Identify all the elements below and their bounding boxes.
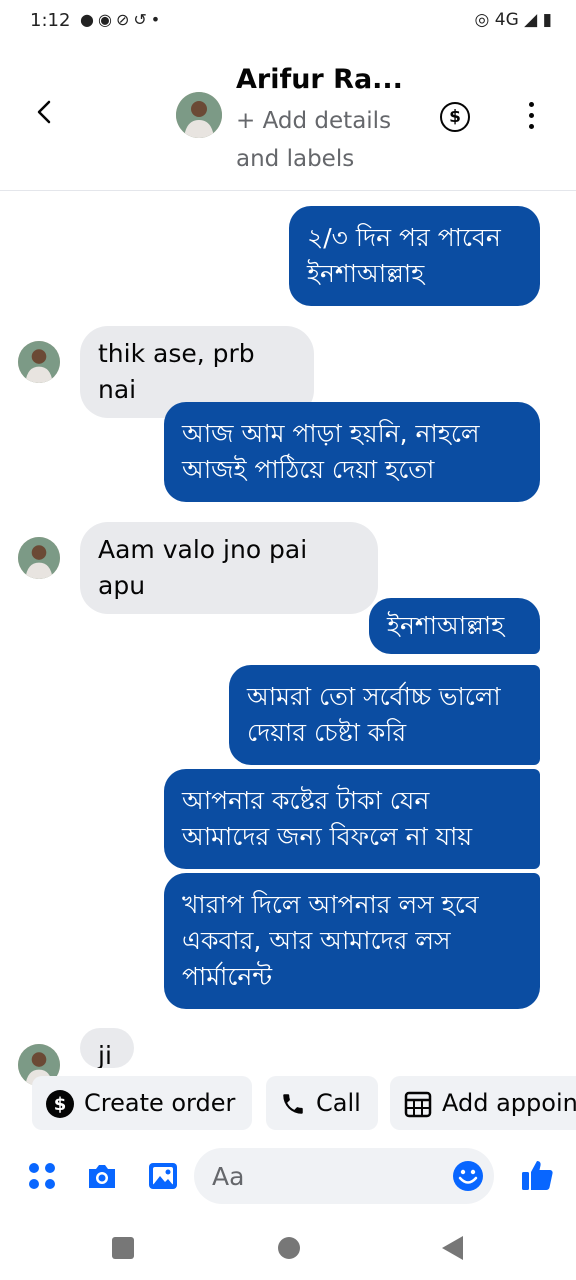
person-photo-icon [176, 92, 222, 138]
chat-bubble-icon: ● [80, 10, 98, 29]
contact-name[interactable]: Arifur Ra... [236, 64, 403, 95]
create-order-button[interactable]: $ Create order [32, 1076, 252, 1130]
message-outgoing[interactable]: আমরা তো সর্বোচ্চ ভালো দেয়ার চেষ্টা করি [229, 665, 540, 765]
sender-avatar[interactable] [18, 537, 60, 579]
quick-actions-bar: $ Create order Call Add appoin [0, 1070, 576, 1134]
battery-icon: ▮ [542, 10, 552, 30]
call-label: Call [316, 1089, 361, 1117]
calendar-icon [404, 1091, 432, 1118]
thumbs-up-icon[interactable] [520, 1158, 554, 1192]
person-photo-icon [18, 341, 60, 383]
dollar-circle-icon: $ [46, 1090, 74, 1118]
system-navigation-bar [0, 1218, 576, 1280]
message-outgoing[interactable]: আপনার কষ্টের টাকা যেন আমাদের জন্য বিফলে … [164, 769, 540, 869]
network-label: 4G [494, 10, 519, 30]
contact-avatar[interactable] [176, 92, 222, 138]
message-incoming[interactable]: ji [80, 1028, 134, 1068]
person-photo-icon [18, 537, 60, 579]
status-bar: 1:12 ●◉⊘↺• ◎ 4G ◢ ▮ [0, 0, 576, 42]
gallery-icon[interactable] [148, 1162, 178, 1190]
add-details-line2: and labels [236, 146, 355, 172]
no-disturb-icon: ⊘ [115, 10, 134, 29]
messenger-icon: ◉ [97, 10, 116, 29]
add-appointment-label: Add appoin [442, 1089, 576, 1117]
chat-header: Arifur Ra... + Add details and labels $ [0, 42, 576, 191]
system-icons: ◎ 4G ◢ ▮ [475, 10, 553, 30]
notification-icons: ●◉⊘↺• [80, 10, 164, 29]
message-composer: Aa [0, 1140, 576, 1216]
add-details-line1: + Add details [236, 108, 392, 134]
camera-icon[interactable] [86, 1162, 118, 1190]
back-arrow-icon[interactable] [30, 97, 60, 127]
apps-icon[interactable] [28, 1162, 56, 1190]
sync-icon: ↺ [133, 10, 151, 29]
sender-avatar[interactable] [18, 341, 60, 383]
recents-icon[interactable] [111, 1236, 135, 1260]
dot-icon: • [150, 10, 165, 29]
signal-icon: ◢ [524, 10, 538, 30]
message-outgoing[interactable]: খারাপ দিলে আপনার লস হবে একবার, আর আমাদের… [164, 873, 540, 1009]
hotspot-icon: ◎ [474, 10, 490, 30]
message-outgoing[interactable]: ২/৩ দিন পর পাবেন ইনশাআল্লাহ [289, 206, 540, 306]
dollar-icon: $ [449, 107, 461, 127]
more-options-icon[interactable] [526, 102, 536, 132]
home-icon[interactable] [277, 1236, 301, 1260]
back-triangle-icon[interactable] [440, 1235, 464, 1261]
emoji-icon[interactable] [452, 1160, 484, 1192]
add-appointment-button[interactable]: Add appoin [390, 1076, 576, 1130]
add-details-link[interactable]: + Add details and labels [236, 102, 426, 178]
message-outgoing[interactable]: আজ আম পাড়া হয়নি, নাহলে আজই পাঠিয়ে দেয… [164, 402, 540, 502]
message-incoming[interactable]: Aam valo jno pai apu [80, 522, 378, 614]
status-time: 1:12 [30, 10, 71, 31]
svg-text:$: $ [54, 1094, 67, 1115]
call-button[interactable]: Call [266, 1076, 378, 1130]
payment-button[interactable]: $ [440, 102, 470, 132]
message-outgoing[interactable]: ইনশাআল্লাহ [369, 598, 540, 654]
phone-icon [283, 1094, 303, 1114]
message-input[interactable]: Aa [194, 1148, 494, 1204]
message-input-placeholder: Aa [212, 1162, 245, 1191]
create-order-label: Create order [84, 1089, 236, 1117]
